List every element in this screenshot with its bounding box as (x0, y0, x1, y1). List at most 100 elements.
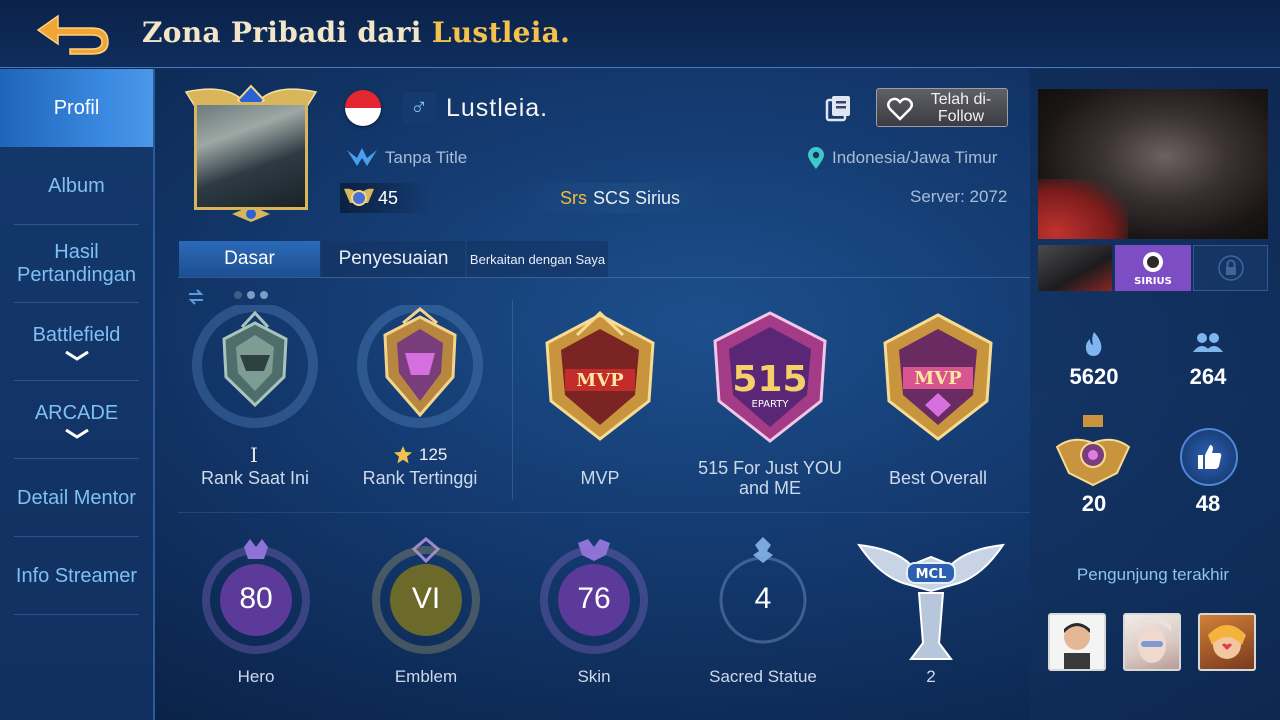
like-button[interactable] (1180, 428, 1238, 486)
stat-skin[interactable]: 76 Skin (534, 535, 654, 690)
page-title: Zona Pribadi dari Lustleia. (142, 16, 570, 49)
best-overall-emblem-icon: MVP (883, 313, 993, 441)
page-dot (234, 291, 242, 299)
player-level: 45 (340, 183, 430, 213)
stat-label: Sacred Statue (709, 667, 817, 686)
lock-icon (1217, 255, 1244, 281)
sidebar-item-info-streamer[interactable]: Info Streamer (0, 537, 153, 615)
sidebar-item-detail-mentor[interactable]: Detail Mentor (0, 459, 153, 537)
mcl-trophy-icon: MCL (856, 543, 1006, 660)
sidebar-item-label: Detail Mentor (17, 486, 136, 509)
location-pin-icon (808, 147, 824, 169)
sidebar-item-album[interactable]: Album (0, 147, 153, 225)
swap-arrows-icon[interactable] (187, 288, 205, 306)
back-arrow-icon (36, 14, 109, 55)
page-dot (247, 291, 255, 299)
avatar[interactable] (182, 84, 320, 224)
highest-rank-stars: 125 (393, 445, 447, 465)
stat-label: Emblem (394, 667, 458, 686)
card-collection-icon[interactable] (823, 92, 855, 124)
stat-emblem[interactable]: VI Emblem (366, 535, 486, 690)
followers-icon (1193, 333, 1223, 352)
sidebar-item-label: Info Streamer (15, 564, 138, 587)
sidebar-item-label: Battlefield (32, 323, 121, 346)
sidebar-item-profil[interactable]: Profil (0, 69, 153, 147)
emblem-text: MCL (916, 567, 947, 582)
badge-mvp[interactable]: MVP MVP (525, 305, 675, 495)
badge-current-rank[interactable]: I Rank Saat Ini (180, 305, 330, 495)
visitor-hero-icon (1208, 625, 1246, 659)
badge-divider (512, 300, 513, 500)
stat-hero[interactable]: 80 Hero (196, 535, 316, 690)
streamer-video[interactable] (1038, 89, 1268, 239)
515-eparty-emblem-icon: 515 EPARTY (713, 311, 827, 443)
stat-value: VI (411, 582, 441, 615)
squad-tag: Srs (559, 187, 587, 208)
sidebar-item-arcade[interactable]: ARCADE (0, 381, 153, 459)
achievement-medal-icon (1055, 415, 1131, 487)
mvp-emblem-icon: MVP (545, 310, 655, 441)
squad-name[interactable]: Srs SCS Sirius (520, 183, 720, 213)
popularity-value: 5620 (1069, 364, 1119, 389)
emblem-text: MVP (576, 370, 624, 391)
locked-slot[interactable] (1193, 245, 1268, 291)
badge-highest-rank[interactable]: 125 Rank Tertinggi (345, 305, 495, 495)
flame-icon (1085, 332, 1102, 356)
badge-label: Rank Tertinggi (362, 468, 478, 488)
visitor-avatar[interactable] (1198, 613, 1256, 671)
logo-text: SIRIUS (1134, 276, 1172, 287)
visitor-cartoon-icon (1064, 623, 1090, 669)
badge-best-overall[interactable]: MVP Best Overall (863, 305, 1013, 495)
thumbs-up-icon (1198, 445, 1222, 469)
stat-label: 2 (926, 667, 936, 686)
male-gender-icon: ♂ (402, 92, 436, 124)
tabs-divider (178, 277, 1030, 278)
star-icon (394, 446, 412, 464)
back-button[interactable] (30, 10, 114, 56)
badge-515-event[interactable]: 515 EPARTY 515 For Just YOU and ME (685, 305, 855, 500)
star-count: 125 (419, 445, 448, 464)
player-title: Tanpa Title (385, 148, 468, 167)
tab-dasar[interactable]: Dasar (179, 241, 320, 277)
location-row: Indonesia/Jawa Timur (806, 146, 997, 170)
emblem-text: MVP (914, 368, 962, 389)
page-indicator (234, 291, 268, 299)
player-title-row: Tanpa Title (345, 146, 467, 170)
stat-sacred-statue[interactable]: 4 Sacred Statue (703, 535, 823, 690)
sidebar-item-hasil-pertandingan[interactable]: Hasil Pertandingan (0, 225, 153, 303)
player-username: Lustleia. (446, 94, 549, 122)
title-wing-icon (347, 148, 377, 166)
stat-mcl[interactable]: MCL 2 (855, 535, 1007, 690)
sidebar-item-label: Album (48, 174, 105, 197)
badge-label: MVP (580, 468, 620, 488)
sidebar-item-battlefield[interactable]: Battlefield (0, 303, 153, 381)
achievement-value: 20 (1081, 491, 1107, 516)
stat-value: 4 (754, 582, 772, 615)
video-thumbnail[interactable] (1038, 245, 1112, 291)
badge-label: Best Overall (888, 468, 988, 488)
server-id: Server: 2072 (910, 187, 1008, 206)
level-badge-icon (344, 188, 374, 206)
visitor-avatar[interactable] (1123, 613, 1181, 671)
sidebar-item-label: Hasil Pertandingan (17, 241, 136, 286)
squad-logo-thumbnail[interactable]: SIRIUS (1115, 245, 1191, 291)
location-text: Indonesia/Jawa Timur (832, 148, 998, 167)
stat-value: 80 (239, 582, 273, 615)
tab-berkaitan-dengan-saya[interactable]: Berkaitan dengan Saya (467, 241, 608, 277)
tab-penyesuaian[interactable]: Penyesuaian (322, 241, 465, 277)
chevron-down-icon (64, 350, 89, 361)
rank-tier-mark: I (250, 443, 258, 467)
row-divider (178, 512, 1030, 513)
video-figure (1038, 179, 1128, 239)
followed-button[interactable]: Telah di-Follow (876, 88, 1008, 127)
follow-status-label: Telah di-Follow (930, 90, 992, 125)
recent-visitors-label: Pengunjung terakhir (1076, 565, 1230, 584)
stat-label: Hero (237, 667, 275, 686)
badge-label: 515 For Just YOU and ME (698, 458, 842, 498)
sidebar-item-label: ARCADE (34, 401, 119, 424)
rank-emblem-icon (192, 305, 318, 428)
indonesia-flag-icon (345, 90, 381, 126)
badge-label: Rank Saat Ini (200, 468, 310, 488)
sirius-logo-icon: SIRIUS (1134, 252, 1172, 287)
visitor-avatar[interactable] (1048, 613, 1106, 671)
